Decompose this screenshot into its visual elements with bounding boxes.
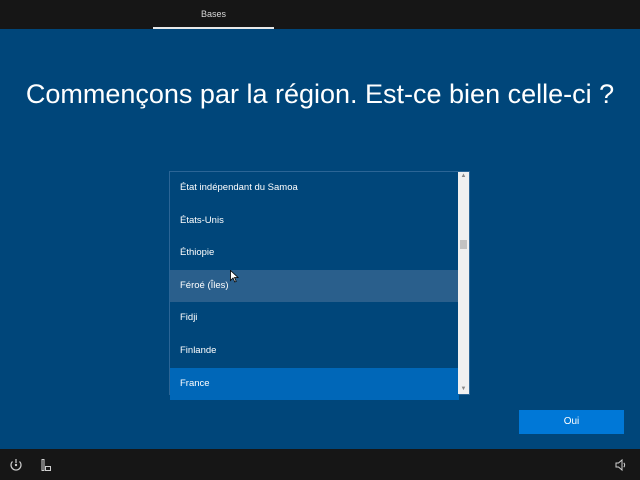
- top-bar: Bases: [0, 0, 640, 29]
- list-item-feroe[interactable]: Féroé (Îles): [170, 269, 459, 303]
- accessibility-keyboard-icon[interactable]: [39, 458, 53, 472]
- list-item-france[interactable]: France: [170, 367, 459, 401]
- list-item-fidji[interactable]: Fidji: [170, 302, 459, 335]
- ease-of-access-icon[interactable]: [9, 458, 23, 472]
- tab-bases: Bases: [153, 0, 274, 29]
- scroll-down-arrow-icon[interactable]: ▼: [458, 385, 469, 394]
- list-item-finlande[interactable]: Finlande: [170, 335, 459, 368]
- scroll-thumb[interactable]: [460, 240, 467, 249]
- volume-icon[interactable]: [614, 458, 628, 472]
- list-scrollbar[interactable]: ▲ ▼: [458, 172, 469, 394]
- list-item-ethiopie[interactable]: Éthiopie: [170, 237, 459, 270]
- yes-button[interactable]: Oui: [519, 410, 624, 434]
- scroll-up-arrow-icon[interactable]: ▲: [458, 172, 469, 181]
- bottom-bar: [0, 449, 640, 480]
- region-listbox[interactable]: État indépendant du Samoa États-Unis Éth…: [169, 171, 470, 401]
- list-item-etats-unis[interactable]: États-Unis: [170, 205, 459, 238]
- list-item-samoa[interactable]: État indépendant du Samoa: [170, 172, 459, 205]
- setup-main-area: Commençons par la région. Est-ce bien ce…: [0, 29, 640, 449]
- region-list-items: État indépendant du Samoa États-Unis Éth…: [170, 172, 459, 401]
- page-title: Commençons par la région. Est-ce bien ce…: [25, 79, 615, 109]
